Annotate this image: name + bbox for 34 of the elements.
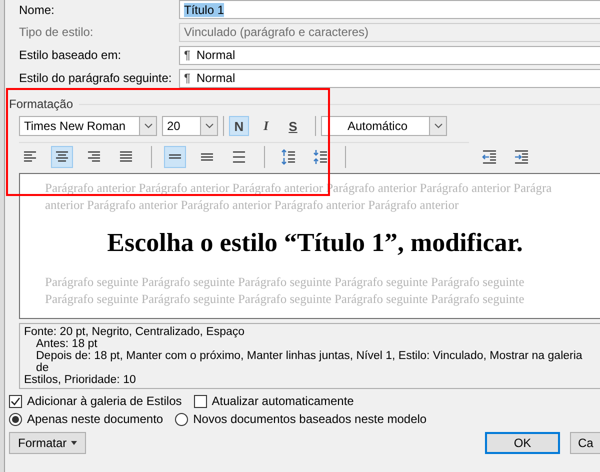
size-dropdown[interactable]: 20 <box>162 116 218 136</box>
checkbox[interactable] <box>194 394 207 408</box>
preview-text: Parágrafo seguinte Parágrafo seguinte Parágrafo seguinte Parágrafo seguinte Parágrafo seguinte <box>45 291 526 308</box>
field-label: Estilo do parágrafo seguinte: <box>19 71 173 85</box>
color-dropdown[interactable]: Automático <box>321 116 447 136</box>
style-dropdown[interactable]: ¶ Normal <box>179 46 600 64</box>
checkbox-label[interactable]: Atualizar automaticamente <box>212 394 354 408</box>
radio-label[interactable]: Apenas neste documento <box>27 412 164 426</box>
cancel-button[interactable]: Ca <box>570 432 600 454</box>
underline-button[interactable]: S <box>283 116 303 136</box>
ok-button[interactable]: OK <box>485 432 560 454</box>
checkbox[interactable] <box>9 394 22 408</box>
italic-button[interactable]: I <box>256 116 276 136</box>
spacing-single-icon[interactable] <box>164 146 186 168</box>
preview-heading: Escolha o estilo “Título 1”, modificar. <box>106 228 524 258</box>
radio-button[interactable] <box>175 412 188 426</box>
style-dropdown[interactable]: ¶ Normal <box>179 68 600 88</box>
preview-text: anterior Parágrafo anterior Parágrafo anterior Parágrafo anterior Parágrafo anterior <box>45 197 460 214</box>
preview-text: Parágrafo seguinte Parágrafo seguinte Parágrafo seguinte Parágrafo seguinte Parágrafo seguinte <box>45 274 526 291</box>
format-menu-button[interactable]: Formatar <box>9 432 86 454</box>
align-center-icon[interactable] <box>51 146 73 168</box>
radio-label[interactable]: Novos documentos baseados neste modelo <box>193 412 427 426</box>
field-label: Tipo de estilo: <box>19 25 94 39</box>
radio-button[interactable] <box>9 412 22 426</box>
style-description: Fonte: 20 pt, Negrito, Centralizado, Espaço Antes: 18 pt Depois de: 18 pt, Manter com o próximo, Manter linhas juntas, Nível 1, Estilo: Vinculado, Mostrar na galeria de Estilos, Prioridade: 10 <box>19 323 600 389</box>
field-label: Estilo baseado em: <box>19 48 122 62</box>
font-dropdown[interactable]: Times New Roman <box>19 116 157 136</box>
pilcrow-icon: ¶ <box>184 48 190 62</box>
bold-button[interactable]: N <box>229 116 249 136</box>
section-title: Formatação <box>9 97 74 111</box>
pilcrow-icon: ¶ <box>184 71 190 85</box>
checkbox-label[interactable]: Adicionar à galeria de Estilos <box>27 394 182 408</box>
text-field[interactable]: Título 1 <box>179 0 600 19</box>
field-label: Nome: <box>19 2 56 16</box>
